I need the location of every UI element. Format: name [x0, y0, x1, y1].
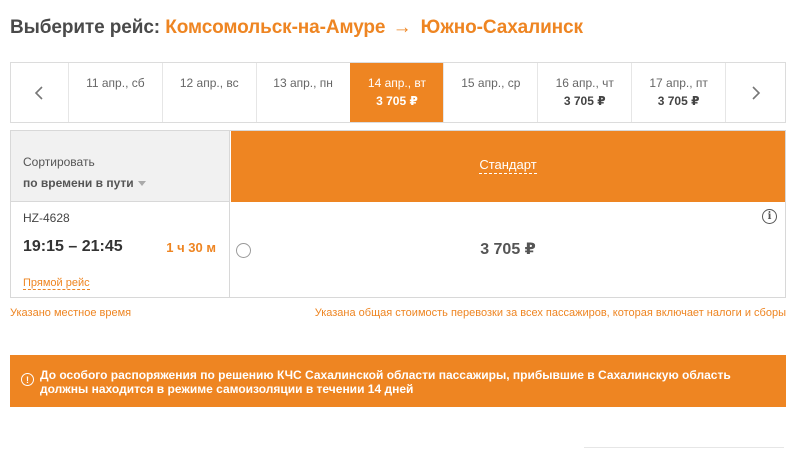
fare-price: 3 705 ₽: [480, 241, 536, 258]
route-origin: Комсомольск-на-Амуре: [165, 17, 386, 38]
chevron-right-icon: [751, 85, 760, 100]
info-icon[interactable]: i: [762, 209, 777, 224]
fare-option[interactable]: 3 705 ₽ i: [231, 202, 785, 297]
divider: [584, 447, 784, 448]
date-label: 13 апр., пн: [273, 76, 333, 90]
date-tab-0[interactable]: 11 апр., сб: [67, 63, 162, 122]
date-label: 15 апр., ср: [461, 76, 521, 90]
date-tab-3-selected[interactable]: 14 апр., вт 3 705 ₽: [349, 63, 444, 122]
flight-number: HZ-4628: [23, 211, 70, 225]
fare-name-link[interactable]: Стандарт: [479, 157, 537, 174]
date-label: 11 апр., сб: [86, 76, 145, 90]
date-tab-1[interactable]: 12 апр., вс: [161, 63, 256, 122]
sort-value: по времени в пути: [23, 176, 134, 190]
sort-control[interactable]: Сортировать по времени в пути: [11, 131, 230, 202]
total-cost-note: Указана общая стоимость перевозки за все…: [314, 307, 786, 319]
alert-text: До особого распоряжения по решению КЧС С…: [40, 368, 731, 396]
fare-column-header: Стандарт: [231, 131, 785, 202]
prev-dates-button[interactable]: [11, 63, 68, 122]
title-prefix: Выберите рейс:: [10, 17, 161, 38]
local-time-note: Указано местное время: [10, 307, 132, 319]
chevron-left-icon: [35, 85, 44, 100]
date-tab-6[interactable]: 17 апр., пт 3 705 ₽: [631, 63, 725, 122]
date-price: 3 705 ₽: [563, 94, 606, 108]
sort-label: Сортировать: [23, 155, 95, 169]
date-label: 16 апр., чт: [555, 76, 614, 90]
quarantine-alert: ! До особого распоряжения по решению КЧС…: [10, 355, 786, 407]
flight-info: HZ-4628 19:15 – 21:45 1 ч 30 м Прямой ре…: [11, 202, 230, 297]
date-tab-4[interactable]: 15 апр., ср: [443, 63, 537, 122]
date-label: 17 апр., пт: [649, 76, 708, 90]
flight-table: Сортировать по времени в пути Стандарт H…: [10, 130, 786, 298]
page-title: Выберите рейс: Комсомольск-на-Амуре → Юж…: [10, 17, 583, 39]
route-destination: Южно-Сахалинск: [420, 17, 583, 38]
date-selector: 11 апр., сб 12 апр., вс 13 апр., пн 14 а…: [10, 62, 786, 123]
route-arrow: →: [392, 17, 412, 38]
date-tab-5[interactable]: 16 апр., чт 3 705 ₽: [537, 63, 631, 122]
caret-down-icon: [137, 180, 146, 186]
date-price: 3 705 ₽: [657, 94, 700, 108]
next-dates-button[interactable]: [725, 63, 785, 122]
direct-flight-link[interactable]: Прямой рейс: [23, 277, 90, 290]
sort-dropdown[interactable]: по времени в пути: [23, 176, 229, 190]
date-price: 3 705 ₽: [376, 94, 418, 108]
date-label: 12 апр., вс: [179, 76, 239, 90]
date-label: 14 апр., вт: [367, 76, 427, 90]
alert-info-icon: !: [21, 373, 34, 386]
flight-duration: 1 ч 30 м: [166, 240, 216, 255]
date-tab-2[interactable]: 13 апр., пн: [255, 63, 350, 122]
